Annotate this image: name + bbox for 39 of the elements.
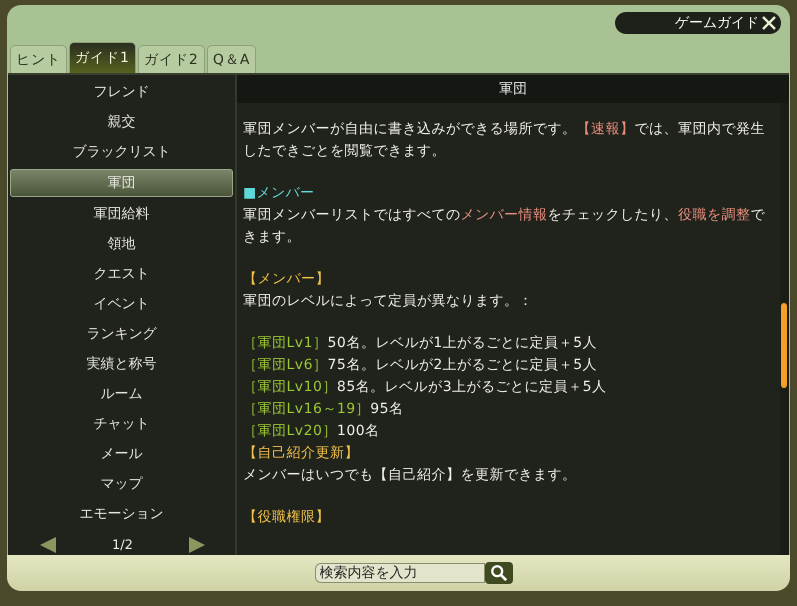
- sidebar-item[interactable]: フレンド: [10, 77, 233, 107]
- guide-paragraph: 【メンバー】: [243, 270, 331, 289]
- guide-paragraph: ［軍団Lv20］100名: [243, 422, 381, 441]
- guide-paragraph: ［軍団Lv16～19］95名: [243, 400, 405, 419]
- tab[interactable]: ガイド1: [69, 42, 136, 73]
- guide-paragraph: 【役職権限】: [243, 508, 331, 527]
- window-title: ゲームガイド: [675, 14, 759, 32]
- sidebar-item[interactable]: イベント: [10, 289, 233, 319]
- guide-paragraph: 【自己紹介更新】: [243, 444, 360, 463]
- guide-paragraph: 軍団のレベルによって定員が異なります。：: [243, 292, 534, 311]
- tab[interactable]: ヒント: [10, 45, 67, 73]
- sidebar-item[interactable]: ブラックリスト: [10, 137, 233, 167]
- guide-paragraph: 軍団メンバーが自由に書き込みができる場所です。【速報】では、軍団内で発生したできごとを閲覧できます。: [243, 120, 766, 161]
- page-indicator: 1/2: [112, 538, 133, 552]
- tab[interactable]: Q＆A: [206, 45, 256, 73]
- sidebar-item[interactable]: エモーション: [10, 499, 233, 529]
- sidebar-item[interactable]: 親交: [10, 107, 233, 137]
- tab[interactable]: ガイド2: [138, 45, 205, 73]
- sidebar-item[interactable]: 領地: [10, 229, 233, 259]
- sidebar-item[interactable]: マップ: [10, 469, 233, 499]
- sidebar-item[interactable]: クエスト: [10, 259, 233, 289]
- content-title: 軍団: [237, 75, 789, 103]
- sidebar-item[interactable]: ルーム: [10, 379, 233, 409]
- sidebar-item[interactable]: 軍団: [10, 169, 233, 197]
- sidebar-item[interactable]: チャット: [10, 409, 233, 439]
- close-icon[interactable]: [761, 15, 777, 31]
- search-field[interactable]: 検索内容を入力: [314, 563, 484, 583]
- guide-paragraph: ［軍団Lv6］75名。レベルが2上がるごとに定員＋5人: [243, 356, 598, 375]
- sidebar-item[interactable]: ランキング: [10, 319, 233, 349]
- sidebar-item[interactable]: 実績と称号: [10, 349, 233, 379]
- sidebar-item[interactable]: 軍団給料: [10, 199, 233, 229]
- sidebar-item[interactable]: メール: [10, 439, 233, 469]
- guide-paragraph: ■メンバー: [243, 184, 316, 203]
- search-icon: [490, 564, 508, 582]
- guide-paragraph: ［軍団Lv10］85名。レベルが3上がるごとに定員＋5人: [243, 378, 608, 397]
- guide-paragraph: 軍団メンバーリストではすべてのメンバー情報をチェックしたり、役職を調整できます。: [243, 206, 766, 247]
- guide-paragraph: メンバーはいつでも【自己紹介】を更新できます。: [243, 466, 578, 485]
- search-button[interactable]: [484, 562, 512, 584]
- guide-paragraph: ［軍団Lv1］50名。レベルが1上がるごとに定員＋5人: [243, 334, 598, 353]
